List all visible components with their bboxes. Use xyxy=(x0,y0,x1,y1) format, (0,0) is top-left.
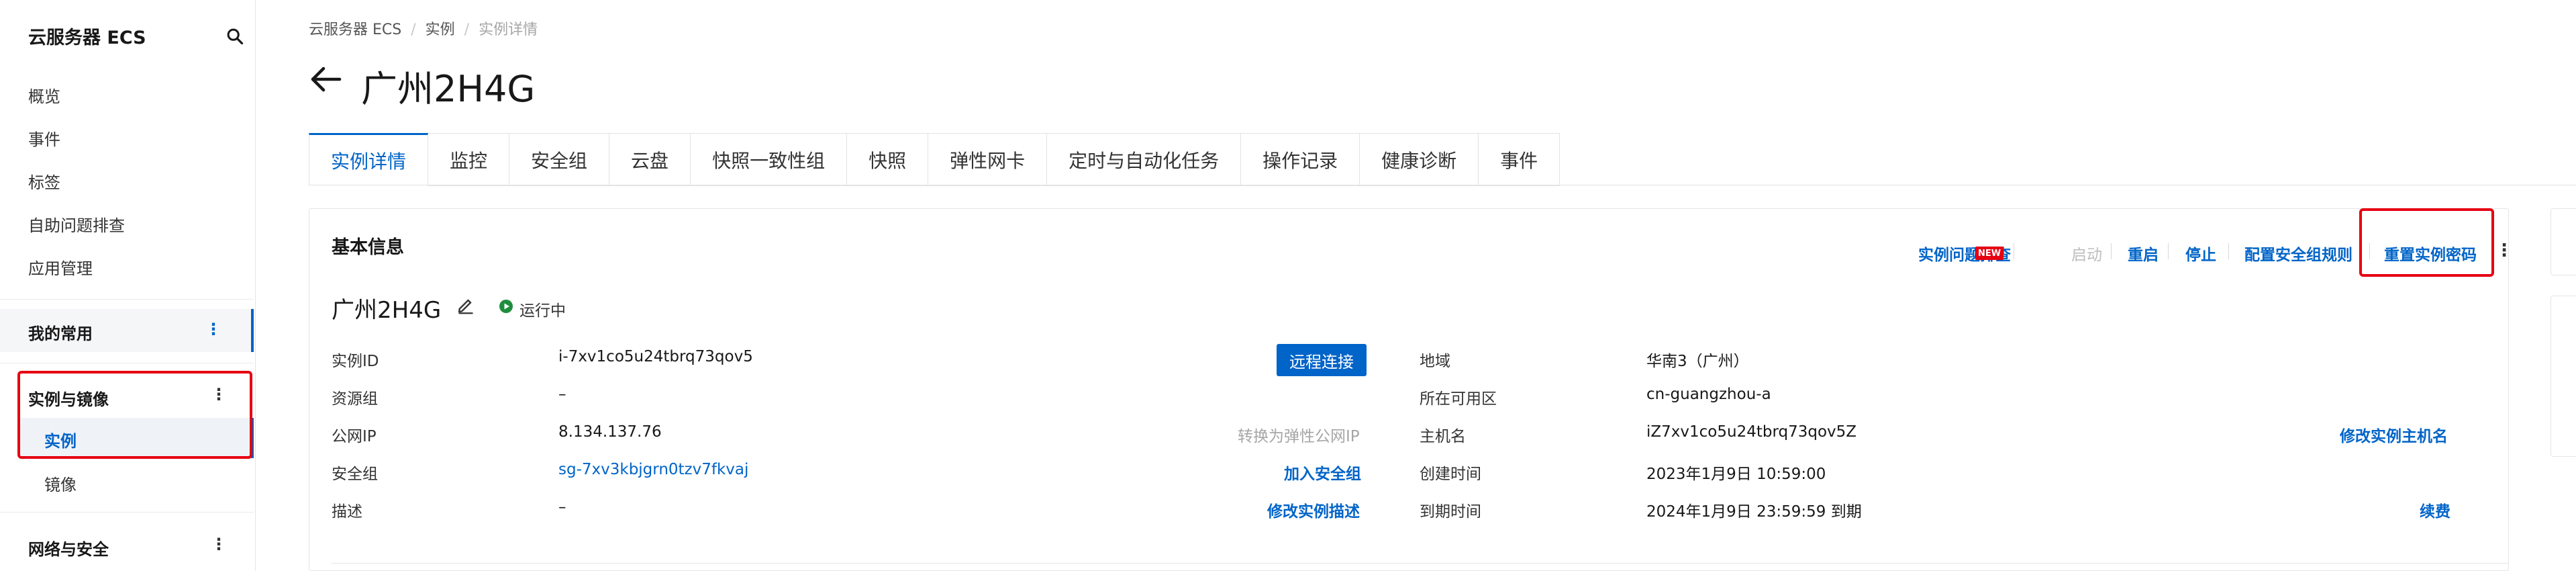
sidebar-group-favorites[interactable]: 我的常用 ⋮ xyxy=(0,309,254,352)
instance-id-label: 实例ID xyxy=(332,353,379,370)
more-icon[interactable]: ⋮ xyxy=(205,320,221,339)
sidebar-group-label: 我的常用 xyxy=(28,324,93,343)
region-value: 华南3（广州） xyxy=(1646,353,1749,370)
breadcrumb-item[interactable]: 云服务器 ECS xyxy=(309,21,401,38)
sidebar-divider xyxy=(0,299,254,300)
action-separator xyxy=(2168,243,2169,259)
tab-monitoring[interactable]: 监控 xyxy=(428,134,510,186)
breadcrumb-item[interactable]: 实例 xyxy=(426,21,455,38)
tab-snapshot-consistency-groups[interactable]: 快照一致性组 xyxy=(691,134,848,186)
created-time-value: 2023年1月9日 10:59:00 xyxy=(1646,466,1826,483)
security-group-label: 安全组 xyxy=(332,466,378,483)
created-time-label: 创建时间 xyxy=(1420,466,1481,483)
highlight-box xyxy=(17,371,252,459)
description-label: 描述 xyxy=(332,503,362,521)
basic-info-card xyxy=(309,208,2509,571)
resource-group-label: 资源组 xyxy=(332,390,378,408)
sidebar-item-events[interactable]: 事件 xyxy=(28,126,60,150)
sidebar-item-tags[interactable]: 标签 xyxy=(28,169,60,193)
instance-id-value: i-7xv1co5u24tbrq73qov5 xyxy=(558,348,753,365)
region-label: 地域 xyxy=(1420,353,1450,370)
description-value: – xyxy=(558,498,566,516)
tab-elastic-nic[interactable]: 弹性网卡 xyxy=(928,134,1048,186)
sidebar-item-overview[interactable]: 概览 xyxy=(28,83,60,107)
hostname-value: iZ7xv1co5u24tbrq73qov5Z xyxy=(1646,423,1857,441)
tab-scheduled-automation[interactable]: 定时与自动化任务 xyxy=(1047,134,1242,186)
tab-events[interactable]: 事件 xyxy=(1479,134,1561,186)
start-button[interactable]: 启动 xyxy=(2071,242,2102,265)
security-group-link[interactable]: sg-7xv3kbjgrn0tzv7fkvaj xyxy=(558,461,748,478)
action-separator xyxy=(2228,243,2229,259)
tab-instance-details[interactable]: 实例详情 xyxy=(309,133,429,186)
tab-operation-logs[interactable]: 操作记录 xyxy=(1241,134,1360,186)
sidebar-divider xyxy=(0,512,254,513)
expire-time-label: 到期时间 xyxy=(1420,503,1481,521)
renew-link[interactable]: 续费 xyxy=(2420,498,2450,521)
side-panel xyxy=(2550,296,2576,457)
public-ip-label: 公网IP xyxy=(332,428,377,445)
hostname-label: 主机名 xyxy=(1420,428,1466,445)
highlight-box xyxy=(2359,208,2494,277)
section-divider xyxy=(332,563,2509,564)
instance-name: 广州2H4G xyxy=(332,297,442,324)
expire-time-value: 2024年1月9日 23:59:59 到期 xyxy=(1646,503,1862,521)
active-indicator xyxy=(251,309,254,352)
config-sg-rules-button[interactable]: 配置安全组规则 xyxy=(2244,242,2352,265)
page-title: 广州2H4G xyxy=(361,68,536,110)
breadcrumb: 云服务器 ECS / 实例 / 实例详情 xyxy=(309,21,538,38)
zone-label: 所在可用区 xyxy=(1420,390,1497,408)
public-ip-value: 8.134.137.76 xyxy=(558,423,662,441)
status-text: 运行中 xyxy=(519,302,566,320)
edit-hostname-link[interactable]: 修改实例主机名 xyxy=(2340,423,2448,446)
sidebar-item-app-management[interactable]: 应用管理 xyxy=(28,255,93,279)
new-badge: NEW xyxy=(1975,247,2003,260)
resource-group-value: – xyxy=(558,386,566,403)
breadcrumb-current: 实例详情 xyxy=(479,21,538,38)
remote-connect-button[interactable]: 远程连接 xyxy=(1277,344,1367,376)
sidebar-title: 云服务器 ECS xyxy=(28,28,146,48)
sidebar-item-self-troubleshoot[interactable]: 自助问题排查 xyxy=(28,212,125,236)
more-icon[interactable]: ⋮ xyxy=(211,535,227,554)
restart-button[interactable]: 重启 xyxy=(2128,242,2159,265)
zone-value: cn-guangzhou-a xyxy=(1646,386,1771,403)
tab-health-diagnosis[interactable]: 健康诊断 xyxy=(1360,134,1479,186)
action-separator xyxy=(2111,243,2112,259)
sidebar-item-image[interactable]: 镜像 xyxy=(44,472,77,495)
tab-bar: 实例详情 监控 安全组 云盘 快照一致性组 快照 弹性网卡 定时与自动化任务 操… xyxy=(309,133,1561,186)
back-arrow-icon[interactable] xyxy=(309,66,342,93)
edit-description-link[interactable]: 修改实例描述 xyxy=(1267,498,1360,521)
search-icon[interactable] xyxy=(226,27,244,46)
running-icon xyxy=(499,300,513,313)
edit-icon[interactable] xyxy=(456,296,475,314)
section-title: 基本信息 xyxy=(332,237,404,258)
tab-snapshots[interactable]: 快照 xyxy=(847,134,929,186)
sidebar-group-network-security[interactable]: 网络与安全 xyxy=(28,536,109,560)
sidebar: 云服务器 ECS 概览 事件 标签 自助问题排查 应用管理 我的常用 ⋮ 实例与… xyxy=(0,0,256,571)
convert-eip-link[interactable]: 转换为弹性公网IP xyxy=(1238,423,1360,446)
stop-button[interactable]: 停止 xyxy=(2185,242,2216,265)
side-panel xyxy=(2550,208,2576,275)
tab-security-groups[interactable]: 安全组 xyxy=(509,134,610,186)
join-security-group-link[interactable]: 加入安全组 xyxy=(1284,461,1361,484)
more-actions-icon[interactable]: ⋮ xyxy=(2495,240,2513,261)
tab-disks[interactable]: 云盘 xyxy=(609,134,691,186)
